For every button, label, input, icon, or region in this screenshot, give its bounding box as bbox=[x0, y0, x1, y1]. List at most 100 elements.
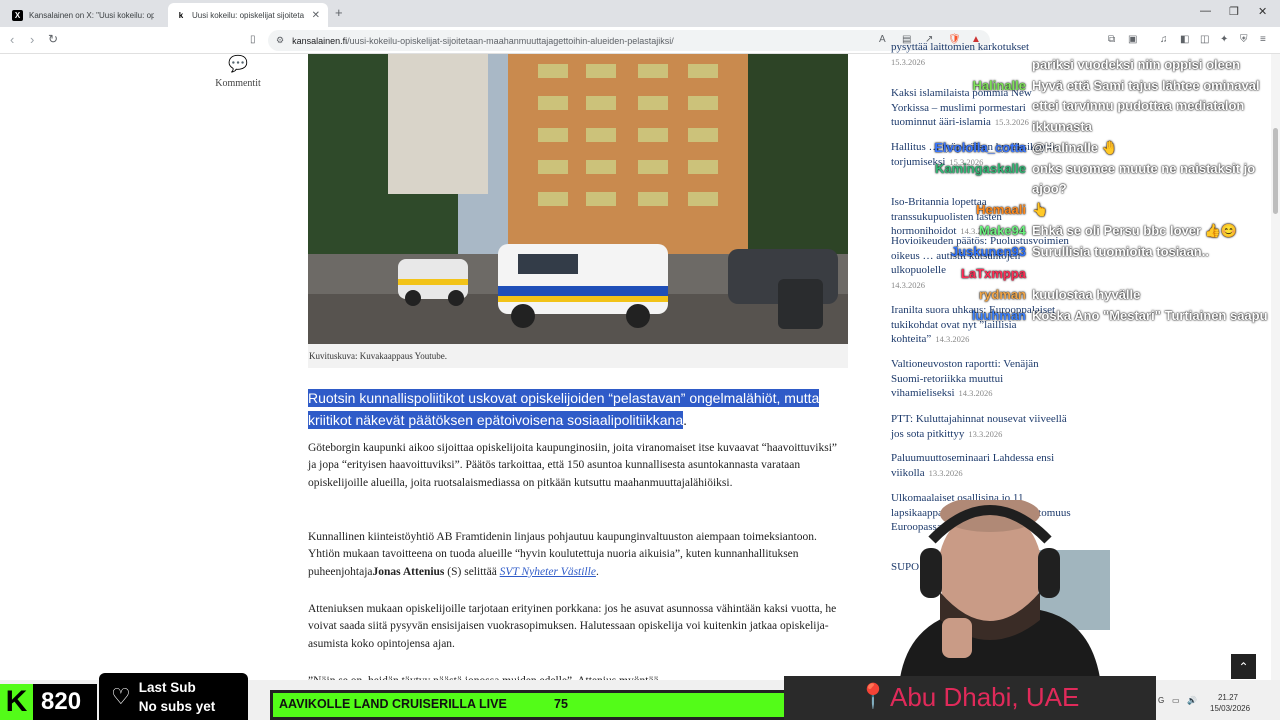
tab-article[interactable]: k Uusi kokeilu: opiskelijat sijoiteta ✕ bbox=[168, 3, 328, 27]
streamer-webcam bbox=[840, 500, 1160, 678]
url-path: /uusi-kokeilu-opiskelijat-sijoitetaan-ma… bbox=[347, 35, 674, 46]
extensions-icon[interactable]: ⧉ bbox=[1108, 34, 1115, 45]
location-banner: 📍 Abu Dhabi, UAE bbox=[784, 676, 1156, 720]
restore-icon[interactable]: ❐ bbox=[1229, 5, 1239, 18]
selected-lead-text[interactable]: Ruotsin kunnallispoliitikot uskovat opis… bbox=[308, 389, 820, 429]
chat-message: Hyvä että Sami tajus lähtee ominaval bbox=[1032, 78, 1260, 93]
photo-caption: Kuvituskuva: Kuvakaappaus Youtube. bbox=[308, 344, 848, 368]
person-name: Jonas Attenius bbox=[372, 565, 445, 578]
svt-source-link[interactable]: SVT Nyheter Västille bbox=[500, 566, 596, 578]
chat-username[interactable]: Halinalle bbox=[973, 78, 1026, 93]
chat-username[interactable]: rydman bbox=[979, 287, 1026, 302]
kick-logo-icon: K bbox=[0, 684, 33, 720]
volume-icon[interactable]: 🔊 bbox=[1187, 696, 1197, 705]
minimize-icon[interactable]: — bbox=[1200, 5, 1211, 17]
bookmark-icon[interactable]: ▯ bbox=[250, 34, 256, 45]
new-tab-icon[interactable]: + bbox=[335, 5, 343, 20]
chat-message: kuulostaa hyvälle bbox=[1032, 287, 1141, 302]
chat-username[interactable]: Juskunen93 bbox=[951, 244, 1026, 259]
profile-icon[interactable]: ◫ bbox=[1200, 34, 1209, 45]
scrollbar-thumb[interactable] bbox=[1273, 128, 1278, 214]
chat-username[interactable]: LaTxmppa bbox=[961, 266, 1026, 281]
comments-link[interactable]: 💬 Kommentit bbox=[210, 54, 266, 89]
tab-x-post[interactable]: X Kansalainen on X: "Uusi kokeilu: opis bbox=[4, 3, 164, 27]
chat-username[interactable]: Make94 bbox=[979, 223, 1026, 238]
follower-count: 820 bbox=[41, 688, 82, 715]
reload-icon[interactable]: ↻ bbox=[48, 32, 58, 46]
browser-toolbar: ‹ › ↻ ▯ ⚙ kansalainen.fi/uusi-kokeilu-op… bbox=[0, 27, 1280, 54]
chat-message: ikkunasta bbox=[1032, 119, 1092, 134]
clock-date: 15/03/2026 bbox=[1210, 704, 1251, 713]
paragraph-2-text-c: . bbox=[595, 565, 599, 578]
goal-bar: AAVIKOLLE LAND CRUISERILLA LIVE 75 75 bbox=[270, 690, 850, 720]
chat-message: ettei tarvinnu pudottaa mediatalon bbox=[1032, 98, 1245, 113]
language-indicator-icon[interactable]: G bbox=[1158, 696, 1164, 705]
chat-username[interactable]: Hemaali bbox=[976, 202, 1026, 217]
sidebar-news-item[interactable]: Valtioneuvoston raportti: Venäjän Suomi-… bbox=[891, 357, 1071, 401]
news-date: 14.3.2026 bbox=[958, 388, 993, 398]
sidebar-news-item[interactable]: PTT: Kuluttajahinnat nousevat viiveellä … bbox=[891, 412, 1071, 441]
chat-message: @Halinalle 🤚 bbox=[1032, 140, 1118, 155]
comments-label: Kommentit bbox=[215, 78, 261, 89]
clock-time: 21.27 bbox=[1217, 693, 1239, 702]
tab-title: Uusi kokeilu: opiskelijat sijoiteta bbox=[192, 10, 305, 20]
x-logo-icon: X bbox=[12, 9, 23, 21]
article-photo bbox=[308, 54, 848, 344]
chat-username[interactable]: Elvololla_cotta bbox=[934, 140, 1026, 155]
leo-ai-icon[interactable]: ✦ bbox=[1220, 34, 1228, 45]
news-date: 13.3.2026 bbox=[968, 428, 1003, 439]
chat-message: ajoo? bbox=[1032, 181, 1067, 196]
wallet-icon[interactable]: ▣ bbox=[1128, 34, 1137, 45]
chat-message: 👆 bbox=[1032, 202, 1049, 217]
chat-message: Ehkä se oli Persu bbc lover 👍😊 bbox=[1032, 223, 1238, 238]
article-photo-drawing bbox=[308, 54, 848, 344]
sidebar-news-item[interactable]: Paluumuuttoseminaari Lahdessa ensi viiko… bbox=[891, 451, 1071, 480]
article-paragraph-2: Kunnallinen kiinteistöyhtiö AB Framtiden… bbox=[308, 529, 848, 581]
location-pin-icon: 📍 bbox=[858, 683, 888, 710]
news-date: 14.3.2026 bbox=[935, 334, 970, 344]
back-icon[interactable]: ‹ bbox=[10, 32, 14, 47]
chevron-up-icon: ⌃ bbox=[1238, 659, 1249, 674]
last-sub-title: Last Sub bbox=[138, 679, 196, 695]
sidebar-news-item[interactable]: Hovioikeuden päätös: Puolustusvoimien oi… bbox=[891, 234, 1071, 292]
chat-message: Koska Ano "Mestari" Turtiainen saapu bbox=[1032, 308, 1268, 323]
system-clock[interactable]: 21.27 15/03/2026 bbox=[1210, 692, 1251, 714]
music-icon[interactable]: ♫ bbox=[1160, 34, 1168, 45]
heart-icon: ♡ bbox=[111, 683, 131, 709]
news-date: 13.3.2026 bbox=[928, 467, 963, 478]
menu-icon[interactable]: ≡ bbox=[1260, 34, 1266, 45]
chat-username[interactable]: luuhman bbox=[972, 308, 1026, 323]
news-title[interactable]: pysyttää laittomien karkotukset bbox=[891, 41, 1029, 53]
chat-username[interactable]: Kamingaskalle bbox=[935, 161, 1026, 176]
goal-current: 75 bbox=[554, 697, 568, 711]
translate-icon[interactable]: A bbox=[879, 34, 886, 45]
lead-period: . bbox=[683, 411, 687, 428]
location-text: Abu Dhabi, UAE bbox=[890, 682, 1080, 712]
close-window-icon[interactable]: ✕ bbox=[1258, 5, 1267, 18]
speech-bubble-icon: 💬 bbox=[228, 56, 248, 73]
news-date: 15.3.2026 bbox=[994, 117, 1029, 127]
url-domain: kansalainen.fi bbox=[292, 35, 348, 46]
chat-message: onks suomee muute ne naistaksit jo bbox=[1032, 161, 1256, 176]
site-info-icon[interactable]: ⚙ bbox=[276, 35, 284, 46]
page-scrollbar[interactable] bbox=[1271, 54, 1280, 680]
chat-message: Surullisia tuomioita tosiaan.. bbox=[1032, 244, 1209, 259]
news-title[interactable]: Paluumuuttoseminaari Lahdessa ensi viiko… bbox=[891, 452, 1054, 479]
goal-label: AAVIKOLLE LAND CRUISERILLA LIVE bbox=[279, 697, 507, 711]
kansalainen-logo-icon: k bbox=[178, 10, 184, 20]
article-lead: Ruotsin kunnallispoliitikot uskovat opis… bbox=[308, 388, 848, 431]
last-sub-box: ♡ Last Sub No subs yet bbox=[99, 673, 248, 720]
network-icon[interactable]: ▭ bbox=[1172, 696, 1180, 705]
article-paragraph-3: Atteniuksen mukaan opiskelijoille tarjot… bbox=[308, 603, 837, 650]
tab-title: Kansalainen on X: "Uusi kokeilu: opis bbox=[29, 10, 154, 20]
vpn-icon[interactable]: ⛨ bbox=[1240, 34, 1248, 45]
close-tab-icon[interactable]: ✕ bbox=[312, 10, 320, 21]
chat-message: pariksi vuodeksi niin oppisi oleen bbox=[1032, 57, 1241, 72]
webcam-drawing bbox=[900, 500, 1110, 678]
back-to-top-button[interactable]: ⌃ bbox=[1231, 654, 1256, 679]
sidebar-icon[interactable]: ◧ bbox=[1180, 34, 1189, 45]
paragraph-2-text-b: (S) selittää bbox=[444, 565, 500, 578]
kick-follower-box: K 820 bbox=[0, 684, 97, 720]
last-sub-value: No subs yet bbox=[138, 698, 216, 714]
forward-icon[interactable]: › bbox=[30, 32, 34, 47]
